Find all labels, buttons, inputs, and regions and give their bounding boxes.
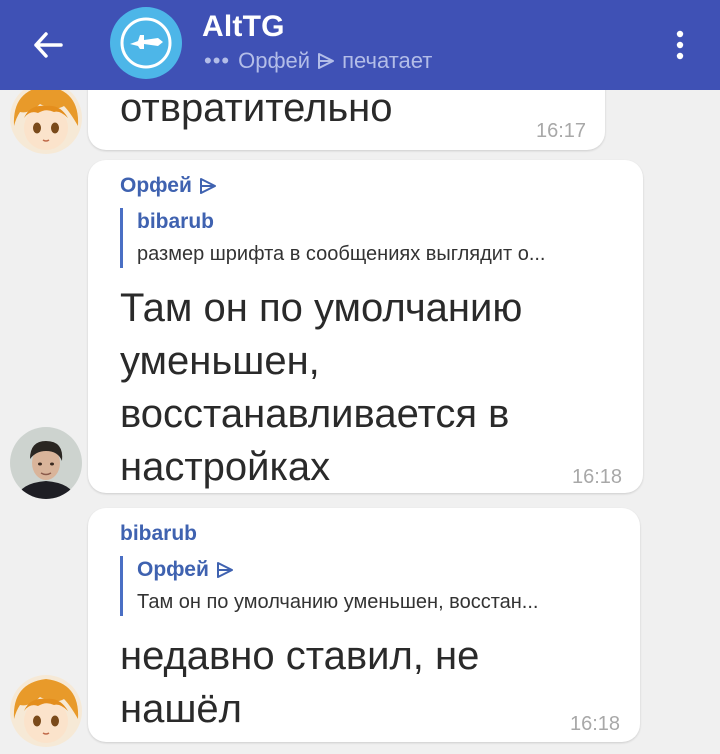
message-line: восстанавливается в [120,392,510,436]
reply-author-label: Орфей [137,558,209,581]
bot-arrow-icon [216,562,233,578]
arrow-left-icon [34,32,63,58]
bot-arrow-icon [199,178,216,194]
reply-text: Там он по умолчанию уменьшен, восстан... [137,591,539,613]
typing-dots: ••• [204,48,231,73]
sender-name-label: Орфей [120,174,192,197]
reply-quote[interactable]: bibarub размер шрифта в сообщениях выгля… [120,208,642,268]
message-text: недавно ставил, не нашёл [120,630,479,736]
message-line: недавно ставил, не [120,634,480,678]
message-line: Там он по умолчанию [120,286,523,330]
message-line: уменьшен, [120,339,320,383]
typing-user-name: Орфей [238,48,311,73]
more-menu-button[interactable] [660,22,700,68]
chat-screen: AltTG ••• Орфей печатает отвратительно 1… [0,0,720,754]
message-bubble[interactable]: bibarub Орфей Там он по умолчанию уменьш… [88,508,640,742]
reply-text: размер шрифта в сообщениях выглядит о... [137,243,546,265]
message-text: Там он по умолчанию уменьшен, восстанавл… [120,282,522,494]
bot-arrow-icon [318,53,335,69]
sender-name-label: bibarub [120,522,197,545]
chat-title[interactable]: AltTG [202,10,285,44]
message-time: 16:18 [572,466,623,488]
message-line: настройках [120,445,331,489]
jet-plane-logo [120,17,172,69]
anime-girl-avatar [10,675,82,747]
message-line: нашёл [120,687,243,731]
young-man-avatar [10,427,82,499]
sender-name[interactable]: bibarub [120,522,197,546]
avatar[interactable] [10,427,82,499]
reply-author: Орфей [137,556,637,584]
more-vertical-icon [676,30,684,60]
chat-logo[interactable] [110,7,182,79]
message-time: 16:17 [536,120,587,142]
avatar[interactable] [10,675,82,747]
typing-status: ••• Орфей печатает [204,48,432,74]
reply-author: bibarub [137,210,214,233]
chat-header: AltTG ••• Орфей печатает [0,0,720,90]
anime-girl-avatar [10,82,82,154]
message-time: 16:18 [570,713,621,735]
reply-quote[interactable]: Орфей Там он по умолчанию уменьшен, восс… [120,556,637,616]
typing-action: печатает [342,48,433,73]
avatar[interactable] [10,82,82,154]
sender-name[interactable]: Орфей [120,174,218,198]
back-button[interactable] [20,22,76,68]
message-bubble[interactable]: Орфей bibarub размер шрифта в сообщениях… [88,160,643,493]
